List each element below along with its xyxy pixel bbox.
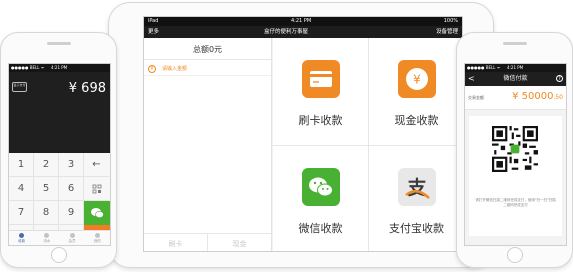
- key-2[interactable]: 2: [34, 153, 59, 177]
- tab-collect[interactable]: 收款: [9, 231, 34, 245]
- wechat-icon: [301, 168, 340, 206]
- card-payment-tile[interactable]: 刷卡收款: [273, 38, 368, 145]
- yuan-icon: ¥: [397, 60, 436, 98]
- key-5[interactable]: 5: [34, 177, 59, 201]
- svg-text:支: 支: [406, 177, 427, 199]
- scan-hint: 请打开微信扫描二维码完成支付，使用"扫一扫"扫描二维码完成支付: [475, 198, 556, 207]
- card-payment-label: 刷卡收款: [298, 114, 343, 127]
- amount-label: 交易金额: [468, 95, 484, 100]
- amount-placeholder: 请输入金额: [162, 66, 188, 72]
- cash-payment-label: 现金收款: [394, 114, 439, 127]
- home-button: [506, 247, 523, 263]
- amount-input[interactable]: ¥ 请输入金额: [144, 62, 271, 76]
- tab-me[interactable]: 我的: [85, 231, 110, 245]
- tab-member[interactable]: 会员: [60, 231, 85, 245]
- yuan-icon: ¥: [148, 65, 156, 73]
- tablet-screen: iPad 4:21 PM 100% 更多 盒仔的便利万事屋 设备管理 总额0元 …: [143, 16, 463, 252]
- phone-status-bar: ●●●●● BELL ᯤ 4:21 PM: [9, 64, 110, 72]
- backspace-key[interactable]: ←: [84, 153, 109, 177]
- status-time: 4:21 PM: [291, 18, 312, 24]
- card-button[interactable]: 刷卡: [144, 234, 207, 251]
- wechat-icon: [91, 208, 104, 219]
- amount-panel: 总额0元 ¥ 请输入金额 刷卡 现金: [144, 38, 272, 251]
- status-carrier: iPad: [148, 18, 159, 24]
- amount-row: 交易金额 ¥ 50000.50: [465, 86, 566, 110]
- qr-code-icon: [492, 126, 538, 172]
- scan-key[interactable]: [84, 177, 109, 201]
- member-icon: [69, 233, 75, 238]
- cash-button[interactable]: 现金: [207, 234, 271, 251]
- tablet-status-bar: iPad 4:21 PM 100%: [144, 17, 462, 26]
- payment-grid: 刷卡收款 ¥ 现金收款 微信收款 支 支付宝收款: [273, 38, 462, 251]
- status-time: 4:21 PM: [507, 65, 524, 70]
- amount-value: ¥ 50000.50: [512, 91, 563, 102]
- store-title: 盒仔的便利万事屋: [264, 29, 309, 35]
- status-carrier: ●●●●● BELL ᯤ: [467, 65, 501, 70]
- scan-icon: [92, 184, 101, 194]
- amount-display: ●●●●● BELL ᯤ 4:21 PM 盒子支付 ¥ 698: [9, 64, 110, 153]
- logo: 盒子支付: [12, 82, 27, 92]
- key-4[interactable]: 4: [9, 177, 34, 201]
- back-icon[interactable]: <: [468, 72, 475, 86]
- key-1[interactable]: 1: [9, 153, 34, 177]
- alipay-payment-tile[interactable]: 支 支付宝收款: [369, 146, 462, 251]
- speaker: [46, 42, 71, 45]
- phone-right-screen: ●●●●● BELL ᯤ 4:21 PM < 微信付款 ? 交易金额 ¥ 500…: [464, 63, 567, 246]
- key-6[interactable]: 6: [59, 177, 84, 201]
- tab-flow[interactable]: 流水: [34, 231, 59, 245]
- total-amount: 总额0元: [144, 38, 271, 60]
- key-7[interactable]: 7: [9, 201, 34, 225]
- amount-value: ¥ 698: [68, 81, 106, 96]
- phone-status-bar: ●●●●● BELL ᯤ 4:21 PM: [465, 64, 566, 72]
- phone-nav-bar: < 微信付款 ?: [465, 72, 566, 86]
- status-carrier: ●●●●● BELL ᯤ: [11, 65, 45, 70]
- phone-right-device: ●●●●● BELL ᯤ 4:21 PM < 微信付款 ? 交易金额 ¥ 500…: [456, 32, 573, 268]
- svg-text:¥: ¥: [413, 73, 421, 87]
- key-8[interactable]: 8: [34, 201, 59, 225]
- tab-bar: 收款 流水 会员 我的: [9, 230, 110, 245]
- status-battery: 100%: [443, 18, 458, 24]
- phone-left-screen: ●●●●● BELL ᯤ 4:21 PM 盒子支付 ¥ 698 1 2 3 ← …: [8, 63, 111, 246]
- flow-icon: [44, 233, 50, 238]
- more-button[interactable]: 更多: [148, 26, 159, 38]
- cash-payment-tile[interactable]: ¥ 现金收款: [369, 38, 462, 145]
- alipay-icon: 支: [397, 168, 436, 206]
- key-3[interactable]: 3: [59, 153, 84, 177]
- tablet-device: iPad 4:21 PM 100% 更多 盒仔的便利万事屋 设备管理 总额0元 …: [108, 2, 494, 268]
- payment-method-buttons: 刷卡 现金: [144, 233, 271, 251]
- wechat-payment-tile[interactable]: 微信收款: [273, 146, 368, 251]
- qr-card: 请打开微信扫描二维码完成支付，使用"扫一扫"扫描二维码完成支付: [469, 116, 562, 236]
- key-9[interactable]: 9: [59, 201, 84, 225]
- alipay-payment-label: 支付宝收款: [389, 222, 444, 235]
- status-time: 4:21 PM: [51, 65, 68, 70]
- page-title: 微信付款: [503, 75, 528, 82]
- phone-left-device: ●●●●● BELL ᯤ 4:21 PM 盒子支付 ¥ 698 1 2 3 ← …: [0, 32, 117, 268]
- wechat-key[interactable]: [84, 201, 110, 225]
- speaker: [502, 42, 527, 45]
- wechat-payment-label: 微信收款: [298, 222, 343, 235]
- device-management-button[interactable]: 设备管理: [436, 26, 458, 38]
- payment-body: 交易金额 ¥ 50000.50 请打开微信扫描二维码完成支付，使用"扫一扫"扫描…: [465, 86, 566, 245]
- me-icon: [94, 233, 100, 238]
- card-icon: [301, 60, 340, 98]
- tablet-nav-bar: 更多 盒仔的便利万事屋 设备管理: [144, 26, 462, 38]
- home-button: [50, 247, 67, 263]
- collect-icon: [19, 233, 25, 238]
- help-icon[interactable]: ?: [556, 75, 563, 82]
